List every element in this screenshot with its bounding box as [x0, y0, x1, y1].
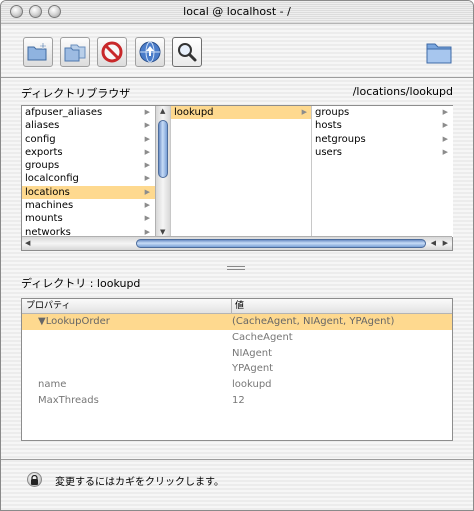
disclosure-arrow-icon: ▶: [144, 108, 150, 116]
toolbar-separator: [1, 77, 473, 78]
browser-item[interactable]: lookupd ▶: [171, 106, 312, 120]
property-value: (CacheAgent, NIAgent, YPAgent): [232, 316, 395, 327]
property-row[interactable]: name lookupd: [22, 377, 452, 393]
disclosure-arrow-icon: ▶: [144, 201, 150, 210]
folder-icon: [425, 39, 453, 68]
footer-separator: [1, 459, 473, 460]
title-bar: local @ localhost - /: [1, 1, 473, 24]
browser-item-label: groups: [25, 160, 60, 172]
browser-item[interactable]: aliases ▶: [22, 119, 155, 132]
no-entry-icon: [101, 41, 123, 63]
disclosure-arrow-icon: ▶: [301, 108, 307, 116]
property-row[interactable]: CacheAgent: [22, 330, 452, 346]
browser-horizontal-scrollbar[interactable]: ◀ ◀ ▶: [22, 236, 452, 250]
directory-label: ディレクトリ : lookupd: [21, 277, 141, 290]
duplicate-icon: [64, 44, 86, 62]
browser-item-label: afpuser_aliases: [25, 107, 103, 118]
duplicate-button[interactable]: [60, 37, 90, 67]
lock-message: 変更するにはカギをクリックします。: [55, 477, 224, 488]
browser-item[interactable]: groups ▶: [312, 106, 453, 119]
property-column-header[interactable]: プロパティ: [26, 299, 70, 313]
column-1-scroll-thumb[interactable]: [158, 120, 168, 178]
property-row[interactable]: NIAgent: [22, 346, 452, 362]
browser-item[interactable]: machines ▶: [22, 199, 155, 212]
properties-header: プロパティ 値: [22, 299, 452, 314]
browser-item[interactable]: netgroups ▶: [312, 133, 453, 146]
property-value: NIAgent: [232, 347, 273, 359]
browser-item[interactable]: users ▶: [312, 146, 453, 159]
disclosure-arrow-icon: ▶: [442, 121, 448, 130]
browser-item-label: aliases: [25, 120, 60, 132]
value-column-header[interactable]: 値: [231, 299, 244, 313]
property-row[interactable]: MaxThreads 12: [22, 393, 452, 409]
disclosure-arrow-icon: ▶: [144, 187, 150, 196]
property-row[interactable]: YPAgent: [22, 361, 452, 377]
magnifier-icon: [178, 43, 197, 62]
property-value: CacheAgent: [232, 331, 293, 343]
browser-item[interactable]: hosts ▶: [312, 119, 453, 132]
browser-item-label: mounts: [25, 213, 63, 225]
disclosure-arrow-icon: ▶: [144, 161, 150, 170]
splitter-handle[interactable]: [227, 266, 245, 271]
browser-item-label: localconfig: [25, 173, 79, 185]
property-row[interactable]: ▼LookupOrder (CacheAgent, NIAgent, YPAgen…: [22, 314, 452, 330]
browser-item-label: lookupd: [174, 107, 214, 118]
browser-item-label: machines: [25, 200, 74, 212]
properties-table[interactable]: プロパティ 値 ▼LookupOrder (CacheAgent, NIAgent…: [21, 298, 453, 441]
disclosure-arrow-icon: ▶: [442, 147, 448, 156]
disclosure-arrow-icon: ▶: [442, 134, 448, 143]
browser-item[interactable]: locations ▶: [22, 185, 155, 200]
go-to-parent-button[interactable]: [135, 37, 165, 67]
browser-item-label: hosts: [315, 120, 342, 132]
browser-item[interactable]: localconfig ▶: [22, 172, 155, 185]
browser-column-3[interactable]: groups ▶ hosts ▶ netgroups ▶ users ▶: [311, 106, 453, 237]
new-directory-button[interactable]: [23, 37, 53, 67]
globe-arrow-icon: [139, 41, 161, 63]
browser-item[interactable]: groups ▶: [22, 159, 155, 172]
browser-path: /locations/lookupd: [352, 85, 453, 98]
property-key: ▼LookupOrder: [38, 316, 110, 327]
browser-item-label: config: [25, 133, 56, 145]
browser-item[interactable]: exports ▶: [22, 146, 155, 159]
lock-button[interactable]: [27, 472, 42, 487]
browser-section-label: ディレクトリブラウザ: [21, 87, 131, 100]
browser-item[interactable]: config ▶: [22, 133, 155, 146]
column-1-scrollbar[interactable]: ▲ ▼: [155, 106, 170, 237]
delete-button[interactable]: [97, 37, 127, 67]
browser-scroll-thumb[interactable]: [136, 239, 426, 248]
property-value: YPAgent: [232, 363, 274, 375]
property-value: 12: [232, 394, 245, 406]
property-key: name: [38, 379, 67, 391]
disclosure-arrow-icon: ▶: [144, 147, 150, 156]
lock-icon: [31, 474, 38, 485]
browser-item[interactable]: afpuser_aliases ▶: [22, 106, 155, 119]
browser-column-2[interactable]: lookupd ▶: [170, 106, 312, 237]
disclosure-arrow-icon: ▶: [144, 174, 150, 183]
browser-item-label: users: [315, 146, 343, 158]
window: local @ localhost - / ディレクトリブラウザ /locati…: [0, 0, 474, 511]
property-key: MaxThreads: [38, 394, 99, 406]
disclosure-arrow-icon: ▶: [442, 108, 448, 116]
disclosure-arrow-icon: ▶: [144, 214, 150, 223]
browser-item-label: groups: [315, 107, 350, 118]
new-folder-icon: [27, 43, 47, 61]
browser-item[interactable]: mounts ▶: [22, 212, 155, 225]
browser-column-1[interactable]: afpuser_aliases ▶ aliases ▶ config ▶ exports ▶ g…: [22, 106, 155, 237]
disclosure-arrow-icon: ▶: [144, 134, 150, 143]
browser-item-label: netgroups: [315, 133, 366, 145]
directory-browser[interactable]: afpuser_aliases ▶ aliases ▶ config ▶ exports ▶ g…: [21, 105, 453, 251]
property-value: lookupd: [232, 379, 272, 391]
disclosure-arrow-icon: ▶: [144, 121, 150, 130]
search-button[interactable]: [172, 37, 202, 67]
browser-item-label: exports: [25, 146, 63, 158]
browser-item-label: locations: [25, 186, 70, 198]
window-title: local @ localhost - /: [183, 5, 291, 18]
